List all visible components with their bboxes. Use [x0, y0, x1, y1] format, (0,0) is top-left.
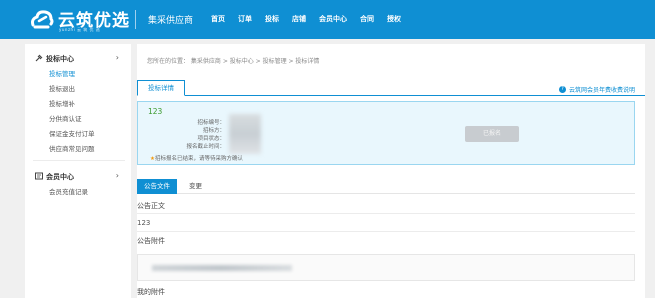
logo-subtitle: yunzhi 云 筑 优 选	[59, 27, 101, 32]
fee-help-text: 云筑网会员年费收费说明	[568, 87, 635, 94]
registered-button[interactable]: 已报名	[465, 126, 519, 142]
label-bidder: 招标方：	[202, 128, 225, 134]
chevron-right-icon[interactable]: ›	[116, 171, 119, 180]
nav-member-center[interactable]: 会员中心	[319, 14, 347, 24]
top-nav: 首页 订单 投标 店铺 会员中心 合同 授权	[211, 14, 414, 24]
redacted-attachment-link[interactable]	[152, 265, 292, 271]
section-title-my-attachments: 我的附件	[137, 288, 165, 296]
member-card-icon	[35, 172, 46, 182]
nav-bidding[interactable]: 投标	[265, 14, 279, 24]
sidebar-group-label: 投标中心	[46, 55, 74, 63]
announcement-body: 123	[137, 219, 151, 227]
nav-orders[interactable]: 订单	[238, 14, 252, 24]
section-title-attachments: 公告附件	[137, 237, 165, 245]
bid-info-panel: 123 招标编号： 招标方： 项目状态： 报名截止时间： ★招标报名已结束，请等…	[137, 101, 635, 165]
tab-bid-details[interactable]: 投标详情	[137, 80, 185, 96]
sidebar-divider	[33, 160, 125, 161]
supplier-title: 集采供应商	[148, 16, 194, 26]
document-tabs: 公告文件 变更	[137, 179, 635, 194]
sidebar-item-deposit-orders[interactable]: 保证金支付订单	[49, 128, 95, 138]
sidebar: 投标中心 › 投标管理 投标退出 投标增补 分供商认证 保证金支付订单 供应商常…	[25, 44, 131, 298]
nav-authorization[interactable]: 授权	[387, 14, 401, 24]
top-header: 云筑优选 yunzhi 云 筑 优 选 集采供应商 首页 订单 投标 店铺 会员…	[0, 0, 655, 39]
sidebar-item-recharge-records[interactable]: 会员充值记录	[49, 186, 88, 196]
sidebar-group-member[interactable]: 会员中心	[35, 172, 74, 182]
sidebar-item-supplier-faq[interactable]: 供应商常见问题	[49, 143, 95, 153]
sidebar-item-bid-withdraw[interactable]: 投标退出	[49, 83, 75, 93]
fee-help-link[interactable]: ? 云筑网会员年费收费说明	[558, 85, 635, 94]
label-project-status: 项目状态：	[197, 136, 225, 142]
label-deadline: 报名截止时间：	[186, 144, 225, 150]
nav-home[interactable]: 首页	[211, 14, 225, 24]
section-divider	[137, 231, 635, 232]
redacted-values	[229, 114, 261, 154]
cloud-logo-icon	[31, 10, 54, 29]
attachment-list	[137, 254, 635, 281]
section-divider	[137, 213, 635, 214]
main-content: 您所在的位置： 集采供应商 > 投标中心 > 投标管理 > 投标详情 投标详情 …	[137, 44, 645, 298]
sidebar-item-supplier-cert[interactable]: 分供商认证	[49, 113, 82, 123]
nav-store[interactable]: 店铺	[292, 14, 306, 24]
status-note-text: 招标报名已结束，请等待采购方确认	[154, 156, 243, 162]
sidebar-group-label: 会员中心	[46, 173, 74, 181]
bid-title: 123	[148, 107, 163, 116]
status-note: ★招标报名已结束，请等待采购方确认	[150, 154, 243, 162]
question-icon: ?	[558, 86, 566, 93]
tab-announcement-files[interactable]: 公告文件	[137, 179, 177, 194]
nav-contracts[interactable]: 合同	[360, 14, 374, 24]
gavel-icon	[35, 54, 46, 64]
chevron-right-icon[interactable]: ›	[116, 53, 119, 62]
sidebar-item-bid-management[interactable]: 投标管理	[49, 68, 75, 78]
tab-changes[interactable]: 变更	[189, 179, 202, 194]
sidebar-item-bid-supplement[interactable]: 投标增补	[49, 98, 75, 108]
breadcrumb: 您所在的位置： 集采供应商 > 投标中心 > 投标管理 > 投标详情	[147, 58, 320, 65]
logo-divider	[135, 10, 136, 29]
section-title-body: 公告正文	[137, 202, 165, 210]
sidebar-group-bidding[interactable]: 投标中心	[35, 54, 74, 64]
label-bid-number: 招标编号：	[197, 120, 225, 126]
